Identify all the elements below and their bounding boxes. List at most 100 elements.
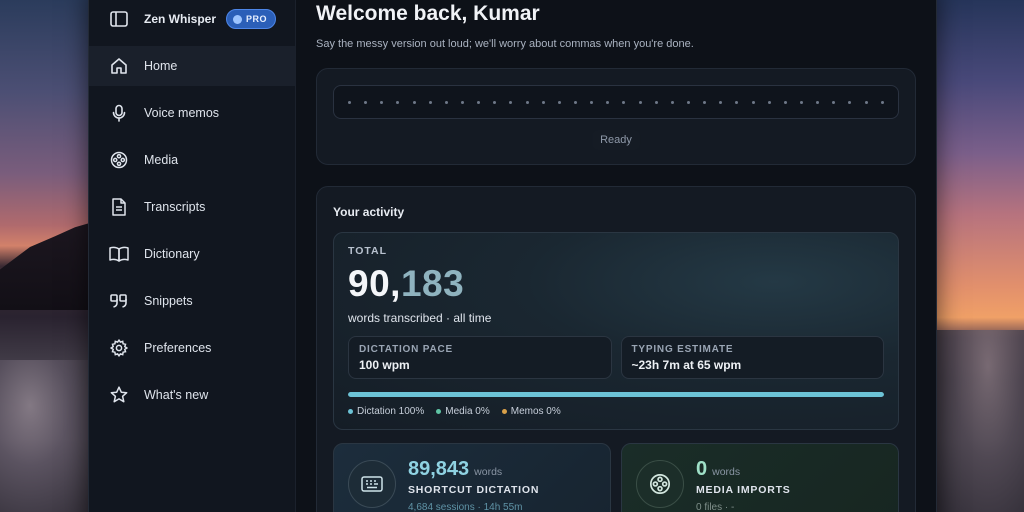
wallpaper-left bbox=[0, 0, 100, 512]
waveform-dot bbox=[767, 100, 771, 104]
source-legend: Dictation 100% Media 0% Memos 0% bbox=[348, 406, 884, 417]
star-icon bbox=[109, 385, 129, 405]
total-caption: words transcribed · all time bbox=[348, 311, 492, 325]
total-label: TOTAL bbox=[348, 245, 388, 257]
waveform-dot bbox=[654, 100, 658, 104]
waveform-dot bbox=[380, 100, 384, 104]
main-content: Welcome back, Kumar Say the messy versio… bbox=[296, 0, 936, 512]
waveform-dot bbox=[622, 100, 626, 104]
card-sub: 0 files · - bbox=[696, 502, 735, 512]
microphone-icon bbox=[109, 103, 129, 123]
waveform-dot bbox=[670, 100, 674, 104]
film-reel-icon bbox=[636, 460, 684, 508]
waveform-dot bbox=[686, 100, 690, 104]
card-unit: words bbox=[474, 466, 503, 478]
progress-fill bbox=[348, 392, 884, 397]
wallpaper-right bbox=[934, 0, 1024, 512]
source-progress-bar bbox=[348, 392, 884, 397]
stat-key: DICTATION PACE bbox=[359, 344, 453, 355]
recorder-status: Ready bbox=[592, 130, 640, 150]
shortcut-dictation-card[interactable]: 89,843 words SHORTCUT DICTATION 4,684 se… bbox=[333, 443, 611, 512]
badge-check-icon bbox=[233, 14, 243, 24]
waveform-dot bbox=[816, 100, 820, 104]
keyboard-icon bbox=[348, 460, 396, 508]
document-icon bbox=[109, 197, 129, 217]
waveform[interactable] bbox=[333, 85, 899, 119]
waveform-dot bbox=[832, 100, 836, 104]
sidebar-item-label: Media bbox=[144, 153, 179, 167]
card-unit: words bbox=[712, 466, 741, 478]
clouds bbox=[934, 330, 1024, 512]
waveform-dot bbox=[477, 100, 481, 104]
waveform-dot bbox=[364, 100, 368, 104]
sidebar-item-label: What's new bbox=[144, 388, 209, 402]
sidebar-item-media[interactable]: Media bbox=[89, 140, 295, 180]
waveform-dot bbox=[348, 100, 351, 104]
total-card: TOTAL 90, 183 words transcribed · all ti… bbox=[333, 232, 899, 430]
waveform-dot bbox=[735, 100, 739, 104]
waveform-dot bbox=[428, 100, 432, 104]
waveform-dot bbox=[719, 100, 723, 104]
legend-label: Dictation 100% bbox=[357, 406, 425, 417]
waveform-dot bbox=[493, 100, 497, 104]
card-value: 0 words bbox=[696, 458, 791, 481]
recorder-card: Ready bbox=[316, 68, 916, 165]
card-number: 0 bbox=[696, 458, 708, 480]
page-title: Welcome back, Kumar bbox=[316, 2, 540, 25]
activity-card: Your activity TOTAL 90, 183 words transc… bbox=[316, 186, 916, 512]
stat-typing-estimate: TYPING ESTIMATE ~23h 7m at 65 wpm bbox=[620, 336, 884, 379]
media-imports-card[interactable]: 0 words MEDIA IMPORTS 0 files · - bbox=[621, 443, 899, 512]
waveform-dot bbox=[751, 100, 755, 104]
quote-icon bbox=[109, 291, 129, 311]
sidebar-toggle-icon[interactable] bbox=[109, 9, 129, 29]
sidebar-item-label: Dictionary bbox=[144, 247, 200, 261]
total-value-part1: 90, bbox=[348, 263, 401, 304]
stats-row: DICTATION PACE 100 wpm TYPING ESTIMATE ~… bbox=[348, 336, 884, 379]
legend-item: Dictation 100% bbox=[348, 406, 424, 417]
app-window: Zen Whisper PRO Home Voice memos Media T… bbox=[88, 0, 937, 512]
waveform-dot bbox=[590, 100, 594, 104]
book-icon bbox=[109, 244, 129, 264]
legend-swatch bbox=[348, 409, 353, 414]
stat-value: ~23h 7m at 65 wpm bbox=[631, 358, 742, 372]
waveform-dot bbox=[541, 100, 545, 104]
waveform-dot bbox=[848, 100, 852, 104]
sidebar-item-snippets[interactable]: Snippets bbox=[89, 281, 295, 321]
card-label: MEDIA IMPORTS bbox=[696, 484, 791, 496]
stat-value: 100 wpm bbox=[359, 358, 410, 372]
legend-swatch bbox=[436, 409, 442, 414]
page-subtitle: Say the messy version out loud; we'll wo… bbox=[316, 38, 694, 50]
activity-title: Your activity bbox=[333, 205, 405, 219]
sidebar-item-label: Transcripts bbox=[144, 200, 206, 214]
sidebar-item-whats-new[interactable]: What's new bbox=[89, 375, 295, 415]
waveform-dot bbox=[525, 100, 529, 104]
card-body: 0 words MEDIA IMPORTS 0 files · - bbox=[696, 458, 791, 512]
waveform-dot bbox=[396, 100, 400, 104]
card-body: 89,843 words SHORTCUT DICTATION 4,684 se… bbox=[408, 458, 539, 512]
waveform-dot bbox=[444, 100, 448, 104]
app-name: Zen Whisper bbox=[144, 12, 217, 26]
waveform-dot bbox=[864, 100, 868, 104]
pro-badge: PRO bbox=[226, 9, 277, 29]
sidebar: Zen Whisper PRO Home Voice memos Media T… bbox=[89, 0, 296, 512]
legend-swatch bbox=[501, 409, 507, 414]
sidebar-item-dictionary[interactable]: Dictionary bbox=[89, 234, 295, 274]
sidebar-item-label: Voice memos bbox=[144, 106, 220, 120]
sidebar-item-transcripts[interactable]: Transcripts bbox=[89, 187, 295, 227]
stat-dictation-pace: DICTATION PACE 100 wpm bbox=[348, 336, 612, 379]
gear-icon bbox=[109, 338, 129, 358]
waveform-dot bbox=[799, 100, 803, 104]
waveform-dot bbox=[638, 100, 642, 104]
card-sub: 4,684 sessions · 14h 55m bbox=[408, 502, 523, 512]
sidebar-nav: Home Voice memos Media Transcripts Dicti… bbox=[89, 46, 295, 415]
waveform-dot bbox=[412, 100, 416, 104]
legend-item: Memos 0% bbox=[501, 406, 561, 417]
legend-label: Memos 0% bbox=[510, 406, 561, 417]
waveform-dot bbox=[460, 100, 464, 104]
sidebar-item-label: Home bbox=[144, 59, 178, 73]
sidebar-item-home[interactable]: Home bbox=[89, 46, 295, 86]
sidebar-item-voice-memos[interactable]: Voice memos bbox=[89, 93, 295, 133]
sidebar-item-preferences[interactable]: Preferences bbox=[89, 328, 295, 368]
source-cards: 89,843 words SHORTCUT DICTATION 4,684 se… bbox=[333, 443, 899, 512]
legend-item: Media 0% bbox=[436, 406, 490, 417]
